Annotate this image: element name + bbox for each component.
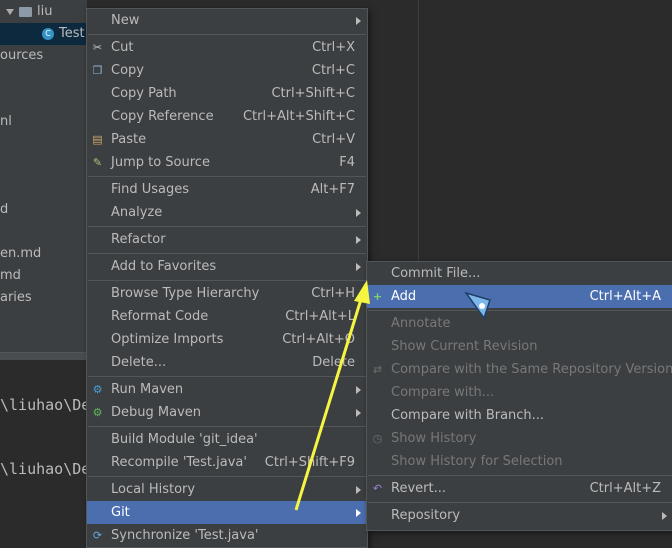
annotation-overlay bbox=[294, 280, 491, 511]
mouse-cursor-icon bbox=[464, 291, 491, 320]
annotation-arrowhead-icon bbox=[354, 280, 370, 304]
annotation-arrow bbox=[294, 295, 364, 511]
